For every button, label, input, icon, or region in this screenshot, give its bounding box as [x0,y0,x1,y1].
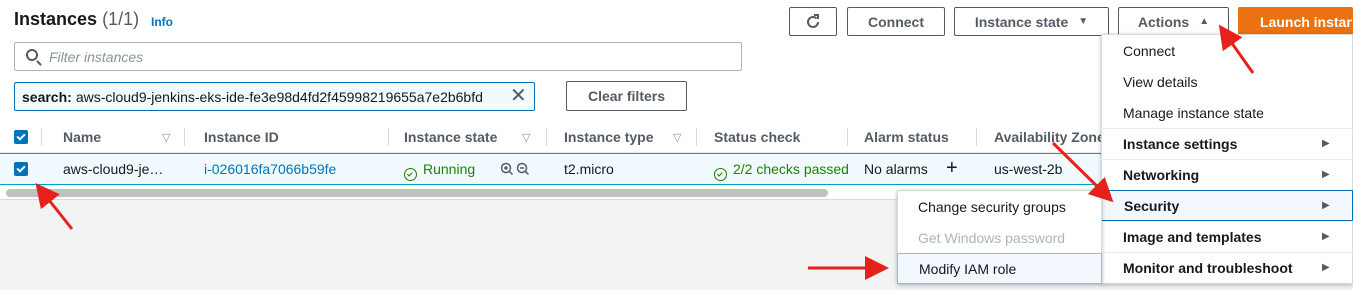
annotation-arrow-actions [1218,24,1255,74]
annotation-arrow-security [1051,141,1114,203]
annotation-arrow-checkbox [35,182,74,230]
annotation-arrows [35,24,1255,280]
